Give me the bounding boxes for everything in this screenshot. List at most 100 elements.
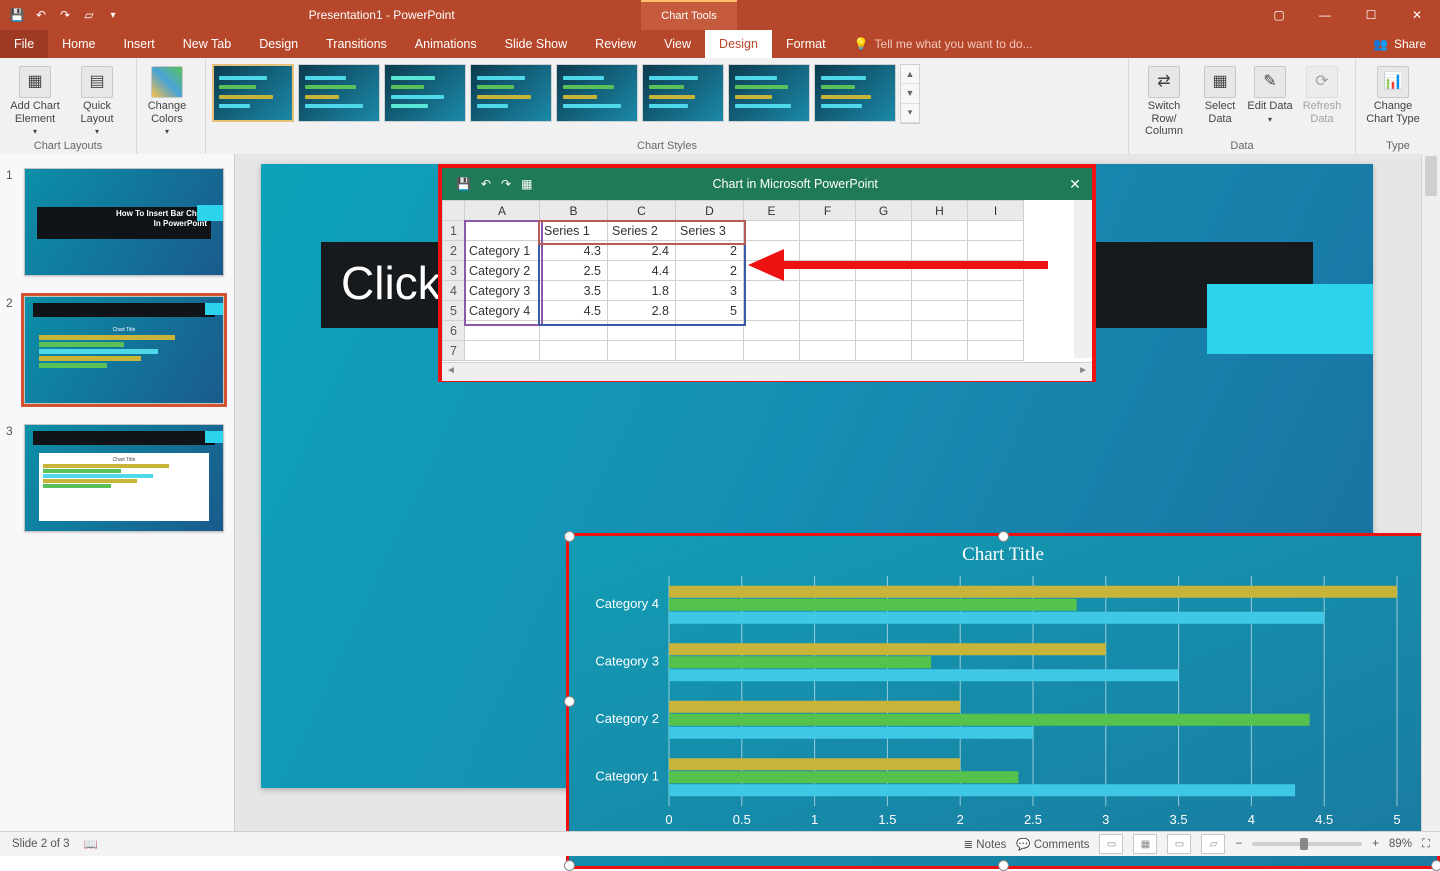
chevron-up-icon[interactable]: ▲ (901, 65, 919, 84)
close-icon[interactable]: ✕ (1394, 0, 1440, 30)
group-data: ⇄Switch Row/ Column ▦Select Data ✎Edit D… (1129, 58, 1356, 154)
sheet-horizontal-scrollbar[interactable] (442, 362, 1092, 381)
chart-style-8[interactable] (814, 64, 896, 122)
normal-view-button[interactable]: ▭ (1099, 834, 1123, 854)
tell-me-search[interactable]: 💡 Tell me what you want to do... (840, 30, 1047, 58)
svg-text:Category 2: Category 2 (595, 711, 659, 726)
change-chart-type-button[interactable]: 📊Change Chart Type (1362, 62, 1424, 125)
ribbon-tabs: File Home Insert New Tab Design Transiti… (0, 30, 1440, 58)
svg-text:Category 4: Category 4 (595, 596, 659, 611)
share-button[interactable]: 👥 Share (1359, 30, 1440, 58)
svg-text:2: 2 (957, 812, 964, 827)
svg-text:4: 4 (1248, 812, 1255, 827)
svg-text:Chart Title: Chart Title (962, 544, 1044, 565)
zoom-out-button[interactable]: − (1235, 838, 1242, 850)
add-chart-element-button[interactable]: ▦Add Chart Element▾ (6, 62, 64, 136)
zoom-level[interactable]: 89% (1389, 838, 1412, 850)
slide-thumb-1[interactable]: 1 How To Insert Bar Chart In PowerPoint (0, 164, 234, 292)
document-title: Presentation1 - PowerPoint (122, 0, 641, 30)
comments-button[interactable]: 💬 Comments (1016, 837, 1089, 851)
tab-newtab[interactable]: New Tab (169, 30, 245, 58)
change-chart-type-icon: 📊 (1377, 66, 1409, 98)
tab-transitions[interactable]: Transitions (312, 30, 401, 58)
select-data-button[interactable]: ▦Select Data (1197, 62, 1243, 125)
tab-insert[interactable]: Insert (110, 30, 169, 58)
slide-indicator: Slide 2 of 3 (12, 838, 70, 850)
chart-object[interactable]: Chart Title00.511.522.533.544.55Category… (569, 536, 1437, 866)
chart-style-gallery[interactable]: ▲▼▾ (212, 62, 1122, 138)
undo-icon[interactable]: ↶ (481, 177, 491, 191)
maximize-icon[interactable]: ☐ (1348, 0, 1394, 30)
svg-text:4.5: 4.5 (1315, 812, 1333, 827)
zoom-in-button[interactable]: + (1372, 838, 1379, 850)
quick-access-toolbar: 💾 ↶ ↷ ▱ ▾ (0, 0, 122, 30)
sheet-vertical-scrollbar[interactable] (1074, 200, 1092, 358)
chart-svg: Chart Title00.511.522.533.544.55Category… (569, 536, 1437, 866)
group-label: Chart Layouts (6, 138, 130, 152)
change-colors-icon (151, 66, 183, 98)
tab-slideshow[interactable]: Slide Show (491, 30, 582, 58)
status-bar: Slide 2 of 3 📖 ≣ Notes 💬 Comments ▭ ▦ ▭ … (0, 831, 1440, 856)
tab-animations[interactable]: Animations (401, 30, 491, 58)
switch-row-column-button[interactable]: ⇄Switch Row/ Column (1135, 62, 1193, 138)
svg-text:0: 0 (665, 812, 672, 827)
chart-data-sheet-window[interactable]: 💾 ↶ ↷ ▦ Chart in Microsoft PowerPoint ✕ … (438, 164, 1096, 382)
chart-style-1[interactable] (212, 64, 294, 122)
svg-text:5: 5 (1393, 812, 1400, 827)
chart-style-3[interactable] (384, 64, 466, 122)
fit-to-window-button[interactable]: ⛶ (1422, 838, 1430, 851)
group-type: 📊Change Chart Type Type (1356, 58, 1440, 154)
svg-text:Category 1: Category 1 (595, 768, 659, 783)
accent-rectangle (1207, 284, 1373, 354)
start-from-beginning-icon[interactable]: ▱ (80, 6, 98, 24)
change-colors-button[interactable]: Change Colors▾ (143, 62, 191, 136)
slide-sorter-button[interactable]: ▦ (1133, 834, 1157, 854)
sheet-titlebar[interactable]: 💾 ↶ ↷ ▦ Chart in Microsoft PowerPoint ✕ (442, 168, 1092, 200)
reading-view-button[interactable]: ▭ (1167, 834, 1191, 854)
tab-file[interactable]: File (0, 30, 48, 58)
refresh-data-button: ⟳Refresh Data (1297, 62, 1347, 125)
sheet-grid[interactable]: ABCDEFGHI1Series 1Series 2Series 32Categ… (442, 200, 1092, 362)
tell-me-placeholder: Tell me what you want to do... (875, 37, 1033, 51)
chart-style-7[interactable] (728, 64, 810, 122)
gallery-more-icon[interactable]: ▾ (901, 104, 919, 123)
tab-view[interactable]: View (650, 30, 705, 58)
qat-more-icon[interactable]: ▾ (104, 6, 122, 24)
tab-chart-design[interactable]: Design (705, 30, 772, 58)
slide-thumbnail-panel[interactable]: 1 How To Insert Bar Chart In PowerPoint … (0, 154, 235, 832)
group-chart-layouts: ▦Add Chart Element▾ ▤Quick Layout▾ Chart… (0, 58, 137, 154)
notes-button[interactable]: ≣ Notes (963, 837, 1006, 851)
sheet-close-button[interactable]: ✕ (1058, 176, 1092, 193)
group-chart-styles: ▲▼▾ Chart Styles (206, 58, 1129, 154)
chevron-down-icon[interactable]: ▼ (901, 84, 919, 103)
slideshow-view-button[interactable]: ▱ (1201, 834, 1225, 854)
quick-layout-button[interactable]: ▤Quick Layout▾ (68, 62, 126, 136)
edit-data-icon: ✎ (1254, 66, 1286, 98)
chart-style-5[interactable] (556, 64, 638, 122)
undo-icon[interactable]: ↶ (32, 6, 50, 24)
tab-home[interactable]: Home (48, 30, 109, 58)
chart-style-4[interactable] (470, 64, 552, 122)
editor-vertical-scrollbar[interactable] (1421, 154, 1440, 832)
group-label: Data (1135, 138, 1349, 152)
slide-thumb-3[interactable]: 3 Chart Title (0, 420, 234, 548)
chart-style-6[interactable] (642, 64, 724, 122)
save-icon[interactable]: 💾 (8, 6, 26, 24)
svg-text:1: 1 (811, 812, 818, 827)
spellcheck-icon[interactable]: 📖 (84, 837, 98, 851)
gallery-scroll[interactable]: ▲▼▾ (900, 64, 920, 124)
slide-thumb-2[interactable]: 2 Chart Title (0, 292, 234, 420)
edit-in-excel-icon[interactable]: ▦ (521, 177, 532, 191)
chart-style-2[interactable] (298, 64, 380, 122)
save-icon[interactable]: 💾 (456, 177, 471, 191)
edit-data-button[interactable]: ✎Edit Data▾ (1247, 62, 1293, 124)
zoom-slider[interactable] (1252, 842, 1362, 846)
redo-icon[interactable]: ↷ (501, 177, 511, 191)
tab-chart-format[interactable]: Format (772, 30, 840, 58)
tab-design[interactable]: Design (245, 30, 312, 58)
group-change-colors: Change Colors▾ (137, 58, 206, 154)
minimize-icon[interactable]: — (1302, 0, 1348, 30)
tab-review[interactable]: Review (581, 30, 650, 58)
redo-icon[interactable]: ↷ (56, 6, 74, 24)
ribbon-display-options-icon[interactable]: ▢ (1256, 0, 1302, 30)
